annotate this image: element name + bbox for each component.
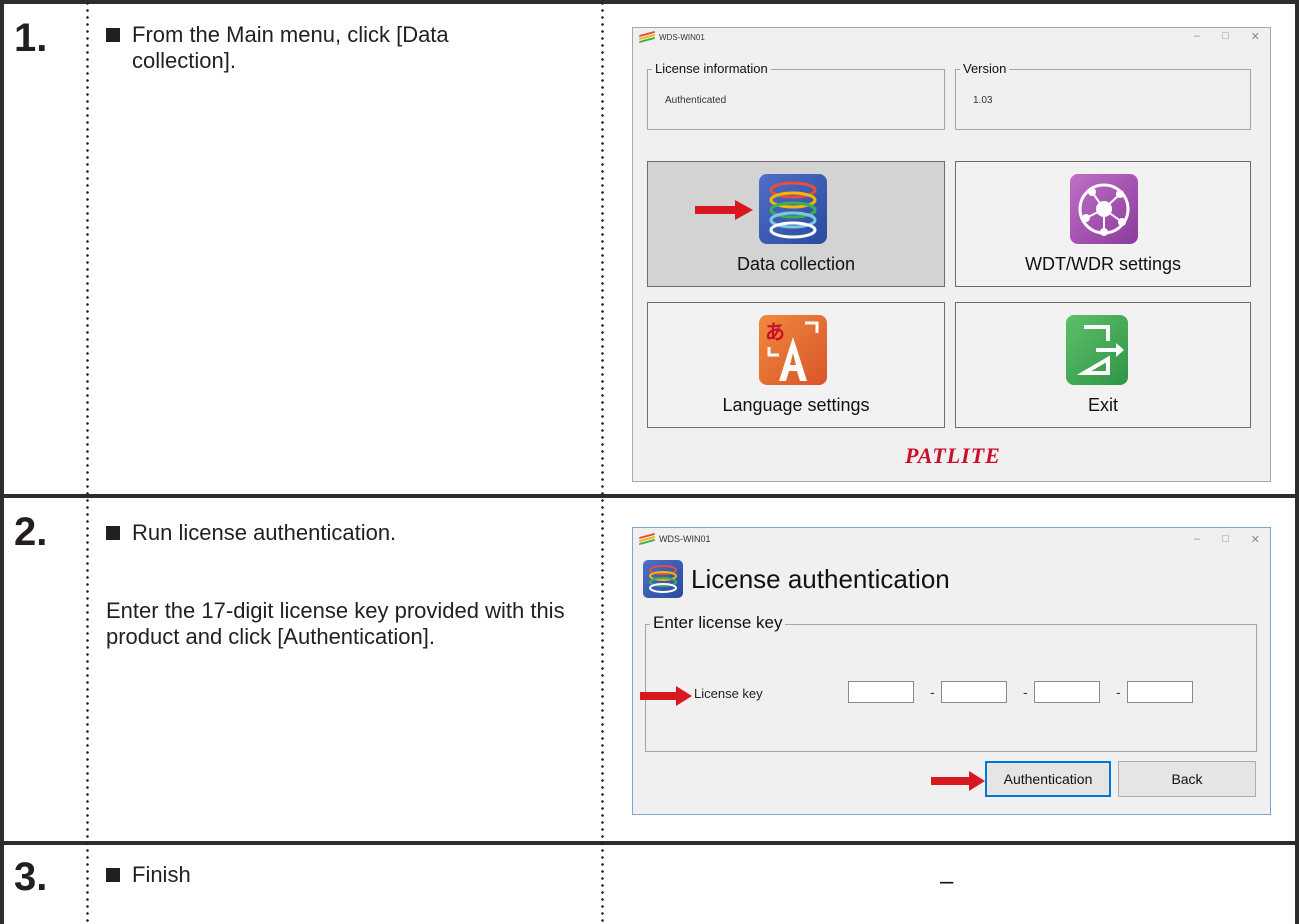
- window-controls: – □ ✕: [1194, 30, 1260, 43]
- table-rule-left: [0, 0, 4, 924]
- wdt-wdr-settings-button[interactable]: WDT/WDR settings: [955, 161, 1251, 287]
- svg-text:あ: あ: [765, 320, 785, 344]
- license-key-segment-1[interactable]: [848, 681, 914, 703]
- window-title: WDS-WIN01: [659, 534, 711, 544]
- minimize-icon[interactable]: –: [1194, 30, 1200, 43]
- table-rule-right: [1295, 0, 1299, 924]
- bullet-square-icon: [106, 526, 120, 540]
- step-description: Enter the 17-digit license key provided …: [106, 598, 565, 649]
- app-logo-icon: [639, 532, 655, 546]
- close-icon[interactable]: ✕: [1251, 533, 1260, 546]
- table-rule-row1: [0, 494, 1299, 498]
- step-instruction: From the Main menu, click [Data collecti…: [106, 22, 546, 74]
- license-key-label: License key: [694, 686, 763, 701]
- step-number: 3.: [14, 855, 48, 899]
- dialog-heading: License authentication: [691, 564, 950, 594]
- table-rule-row2: [0, 841, 1299, 845]
- exit-door-icon: [1066, 315, 1128, 385]
- maximize-icon[interactable]: □: [1222, 533, 1229, 546]
- step-instruction: Finish: [106, 862, 191, 888]
- step-instruction: Run license authentication.: [106, 520, 396, 546]
- minimize-icon[interactable]: –: [1194, 533, 1200, 546]
- license-info-label: License information: [652, 61, 771, 76]
- database-stack-icon: [759, 174, 827, 244]
- step-number: 1.: [14, 16, 48, 60]
- language-settings-button[interactable]: あ Language settings: [647, 302, 945, 428]
- language-a-icon: あ: [759, 315, 827, 385]
- key-separator: -: [1023, 684, 1028, 700]
- table-rule-top: [0, 0, 1299, 4]
- authentication-button[interactable]: Authentication: [985, 761, 1111, 797]
- license-key-group-label: Enter license key: [650, 613, 786, 633]
- license-key-segment-3[interactable]: [1034, 681, 1100, 703]
- table-dotted-divider-1: [86, 0, 89, 924]
- result-placeholder: –: [940, 868, 954, 895]
- window-titlebar: WDS-WIN01: [639, 30, 705, 44]
- main-menu-window: WDS-WIN01 – □ ✕ License information Auth…: [632, 27, 1271, 482]
- exit-button[interactable]: Exit: [955, 302, 1251, 428]
- back-button[interactable]: Back: [1118, 761, 1256, 797]
- version-group: Version 1.03: [955, 61, 1251, 130]
- license-key-group: Enter license key License key - - -: [640, 613, 1257, 752]
- window-controls: – □ ✕: [1194, 533, 1260, 546]
- step-instruction-text: Run license authentication.: [132, 520, 397, 545]
- window-title: WDS-WIN01: [659, 32, 705, 42]
- pointer-arrow-icon: [695, 200, 753, 220]
- bullet-square-icon: [106, 28, 120, 42]
- app-logo-icon: [639, 30, 655, 44]
- step-number: 2.: [14, 510, 48, 554]
- close-icon[interactable]: ✕: [1251, 30, 1260, 43]
- patlite-logo: PATLITE: [905, 443, 1001, 468]
- key-separator: -: [930, 684, 935, 700]
- license-auth-window: WDS-WIN01 – □ ✕ License authentication E…: [632, 527, 1271, 815]
- key-separator: -: [1116, 684, 1121, 700]
- version-label: Version: [960, 61, 1010, 76]
- tile-label: Language settings: [722, 395, 870, 415]
- license-info-group: License information Authenticated: [647, 61, 945, 130]
- table-dotted-divider-2: [601, 0, 604, 924]
- step-instruction-text: Finish: [132, 862, 191, 887]
- instruction-table: 1. From the Main menu, click [Data colle…: [0, 0, 1299, 924]
- version-value: 1.03: [973, 95, 993, 106]
- window-titlebar: WDS-WIN01: [639, 532, 711, 546]
- license-key-segment-2[interactable]: [941, 681, 1007, 703]
- pointer-arrow-icon: [931, 771, 985, 791]
- step-instruction-text: From the Main menu, click [Data collecti…: [132, 22, 449, 73]
- license-status: Authenticated: [665, 95, 727, 106]
- bullet-square-icon: [106, 868, 120, 882]
- database-stack-icon: [643, 560, 683, 598]
- pointer-arrow-icon: [640, 686, 692, 706]
- maximize-icon[interactable]: □: [1222, 30, 1229, 43]
- tile-label: WDT/WDR settings: [1024, 254, 1181, 274]
- license-key-segment-4[interactable]: [1127, 681, 1193, 703]
- tile-label: Exit: [1087, 395, 1118, 415]
- tile-label: Data collection: [736, 254, 856, 274]
- network-globe-icon: [1070, 174, 1138, 244]
- data-collection-button[interactable]: Data collection: [647, 161, 945, 287]
